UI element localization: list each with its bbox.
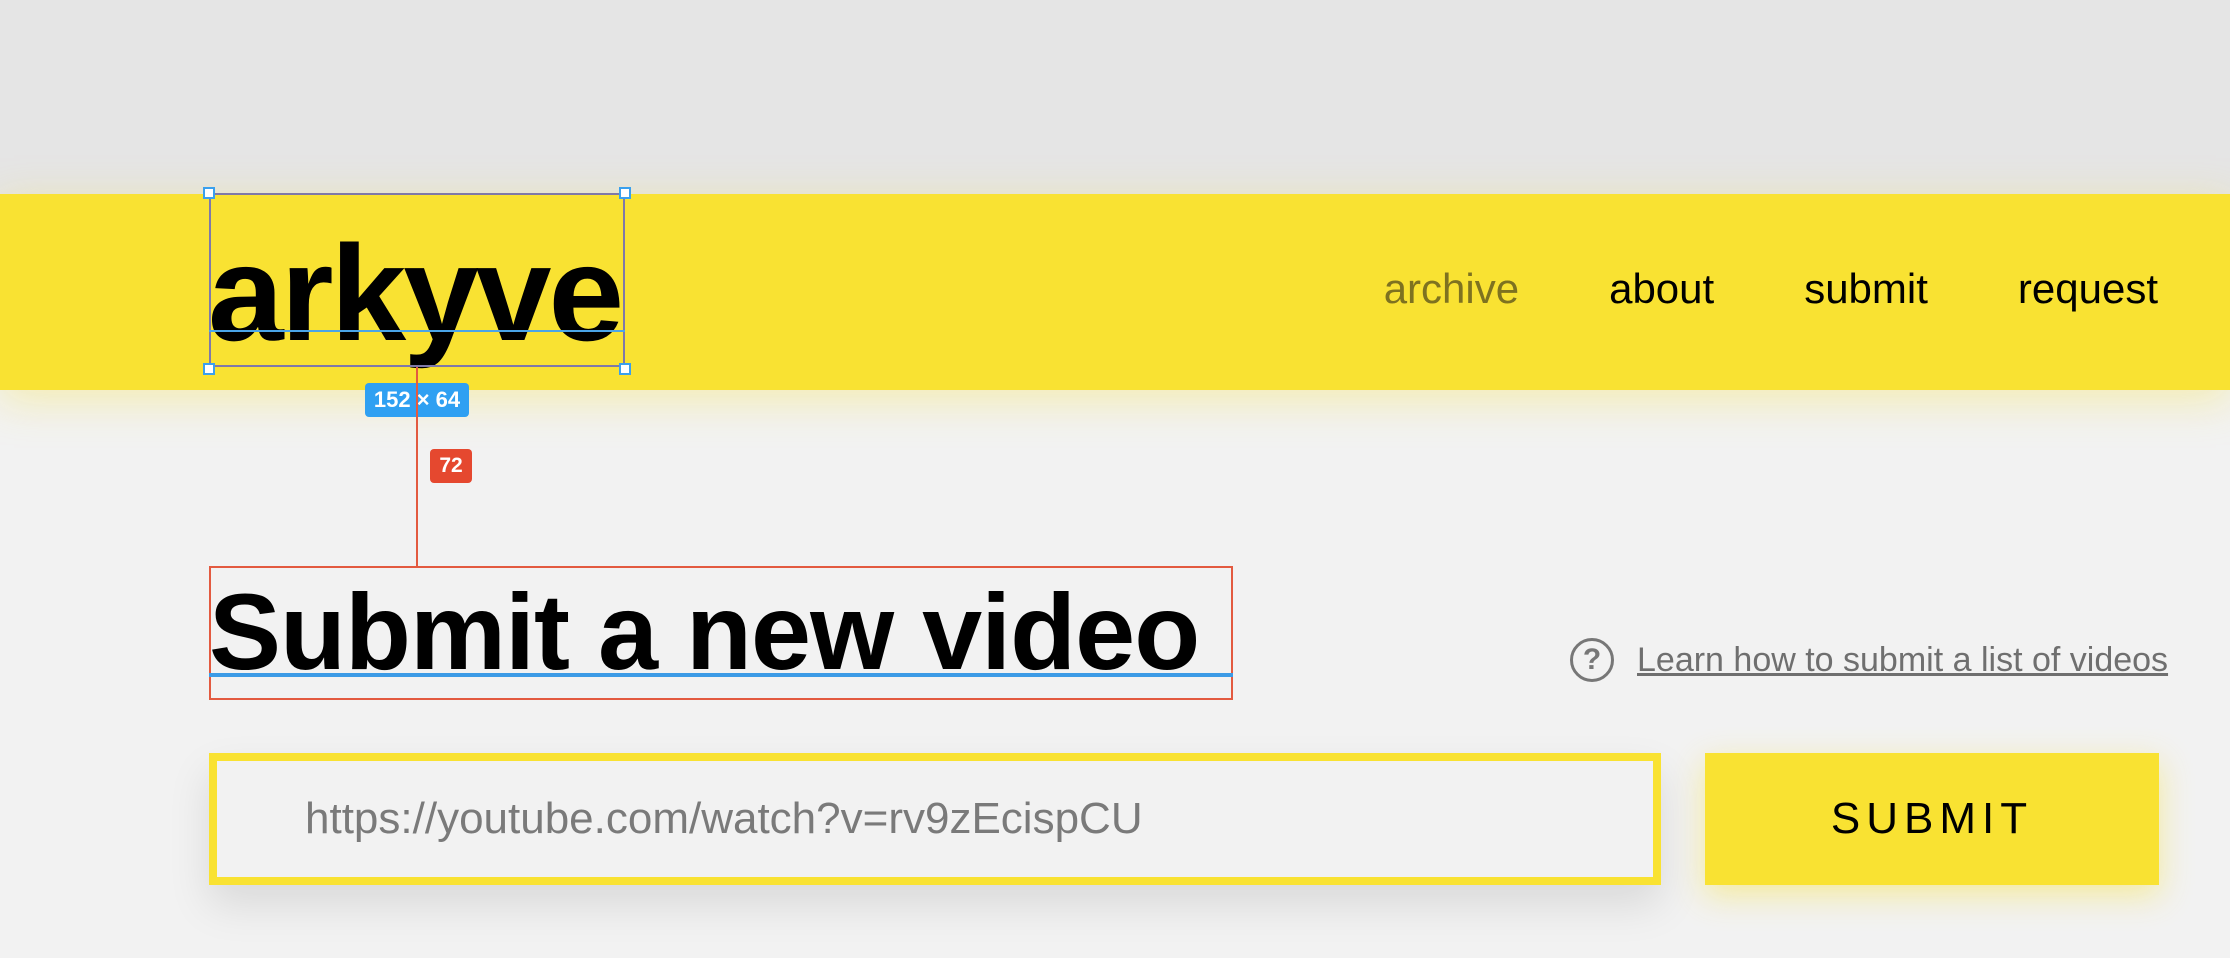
- selection-outline: [209, 193, 625, 367]
- resize-handle-bottom-left[interactable]: [203, 363, 215, 375]
- nav-item-about[interactable]: about: [1609, 268, 1714, 310]
- selection-baseline: [209, 330, 625, 332]
- nav-item-archive[interactable]: archive: [1384, 268, 1519, 310]
- nav-item-submit[interactable]: submit: [1804, 268, 1928, 310]
- page-title: Submit a new video: [209, 571, 1200, 692]
- spacing-guide-line: [416, 367, 418, 566]
- canvas-background: [0, 0, 2230, 194]
- url-input-container: [209, 753, 1661, 885]
- page: arkyve archive about submit request 152 …: [0, 0, 2230, 958]
- video-url-input[interactable]: [217, 761, 1653, 877]
- resize-handle-top-left[interactable]: [203, 187, 215, 199]
- help-link[interactable]: Learn how to submit a list of videos: [1637, 640, 2168, 680]
- submit-button[interactable]: SUBMIT: [1705, 753, 2159, 885]
- main-nav: archive about submit request: [1384, 268, 2158, 310]
- resize-handle-top-right[interactable]: [619, 187, 631, 199]
- help-icon[interactable]: ?: [1570, 638, 1614, 682]
- heading-baseline: [209, 673, 1233, 677]
- nav-item-request[interactable]: request: [2018, 268, 2158, 310]
- spacing-badge: 72: [430, 449, 472, 483]
- resize-handle-bottom-right[interactable]: [619, 363, 631, 375]
